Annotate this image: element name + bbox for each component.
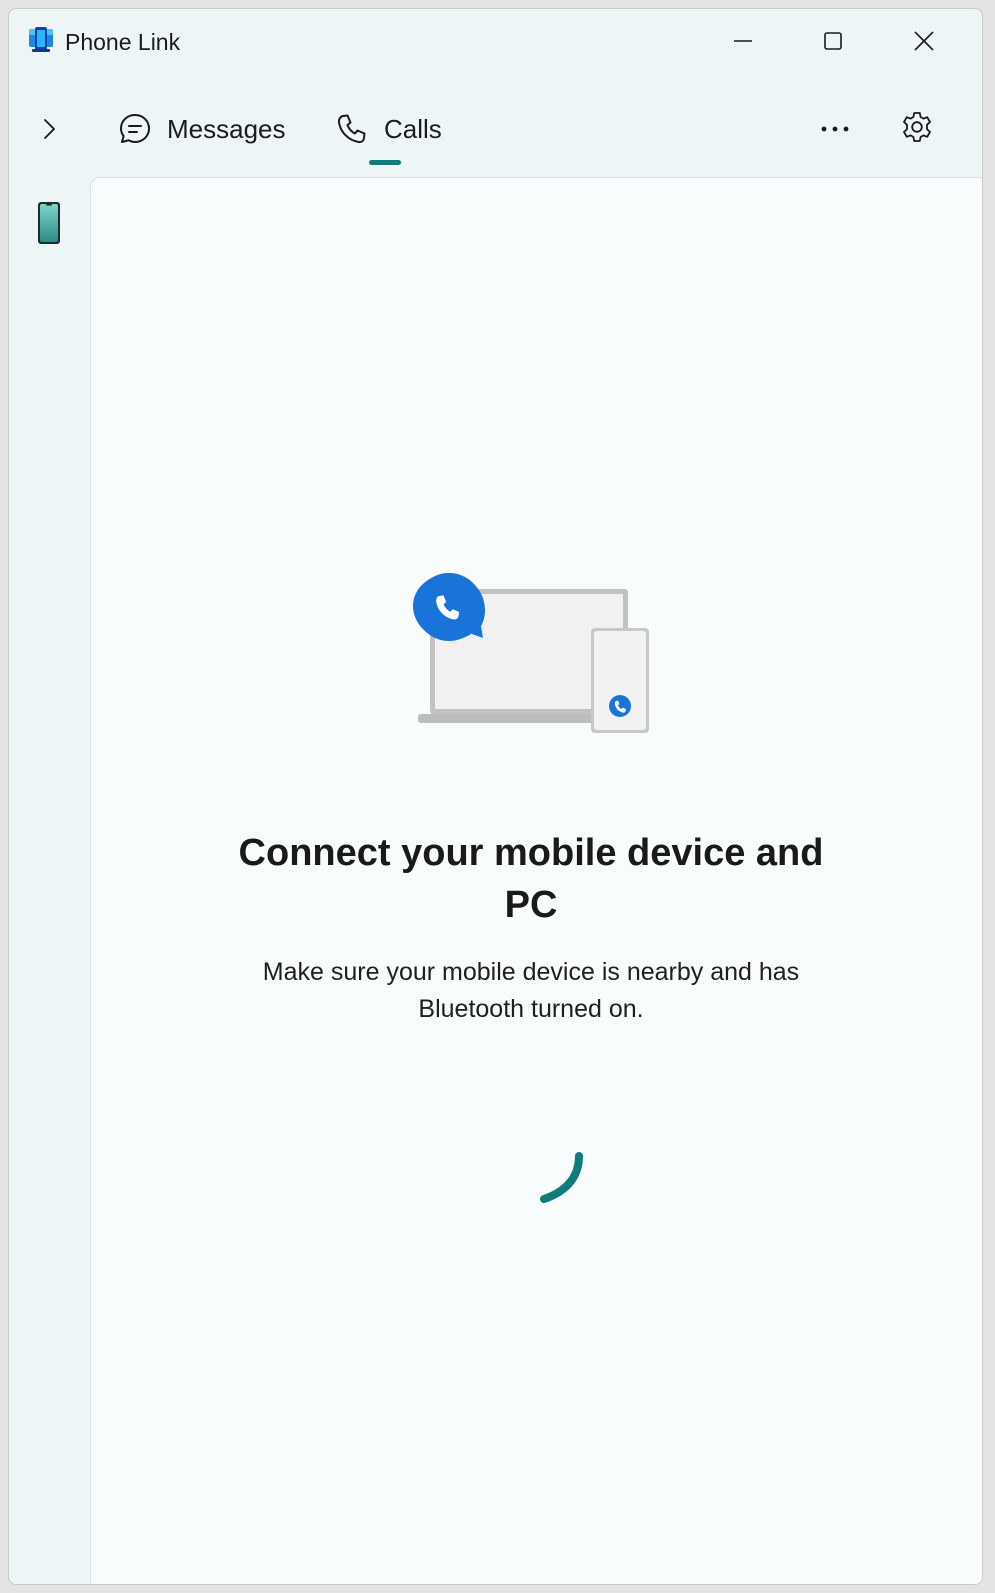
maximize-icon — [824, 32, 842, 50]
expand-sidebar-button[interactable] — [29, 109, 69, 149]
phone-link-app-icon — [29, 27, 53, 52]
phone-icon — [334, 111, 370, 147]
selected-tab-indicator — [369, 160, 401, 165]
chat-bubble-icon — [117, 111, 153, 147]
gear-icon — [903, 112, 931, 142]
mobile-device-icon[interactable] — [37, 201, 61, 245]
more-options-button[interactable] — [813, 109, 857, 149]
more-horizontal-icon — [821, 126, 849, 132]
tab-messages-label: Messages — [167, 113, 286, 144]
minimize-button[interactable] — [719, 21, 767, 61]
minimize-icon — [734, 40, 752, 42]
page-heading: Connect your mobile device and PC — [238, 832, 824, 926]
laptop-phone-call-illustration — [413, 573, 649, 733]
top-navigation: Messages Calls — [9, 87, 982, 177]
maximize-button[interactable] — [809, 21, 857, 61]
close-button[interactable] — [900, 21, 948, 61]
chevron-right-icon — [44, 119, 55, 139]
tab-calls[interactable]: Calls — [334, 105, 442, 153]
tab-messages[interactable]: Messages — [117, 105, 286, 153]
close-icon — [914, 31, 934, 51]
app-title: Phone Link — [65, 29, 181, 55]
instruction-text: Make sure your mobile device is nearby a… — [262, 958, 800, 1023]
loading-spinner-icon — [540, 1152, 583, 1203]
tab-calls-label: Calls — [384, 113, 442, 144]
settings-button[interactable] — [897, 107, 937, 147]
phone-link-window: Phone Link Messages Calls Connect your m… — [8, 8, 983, 1585]
title-bar: Phone Link — [9, 9, 982, 73]
main-content-panel: Connect your mobile device and PC Make s… — [90, 177, 982, 1584]
